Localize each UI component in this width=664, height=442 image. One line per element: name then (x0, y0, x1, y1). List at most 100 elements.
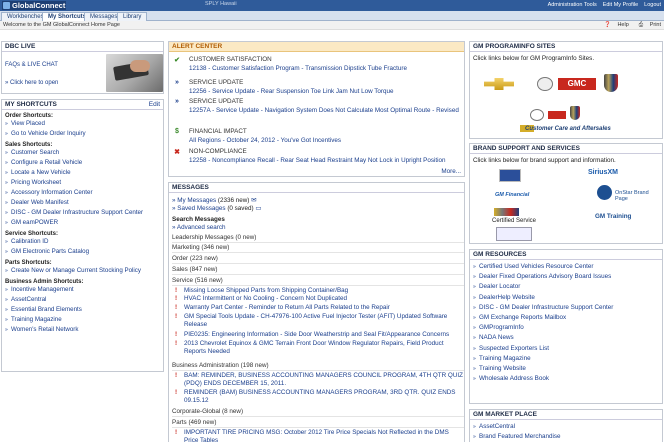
shortcut-link[interactable]: » Go to Vehicle Order Inquiry (5, 129, 163, 139)
tab-bar: Workbenches My Shortcuts Messages Librar… (0, 11, 664, 21)
tab-library[interactable]: Library (117, 12, 148, 21)
alert-item[interactable]: » Service Update 12257A - Service Update… (173, 98, 464, 126)
faq-live-chat[interactable]: FAQs & LIVE CHAT (5, 62, 58, 68)
message-item[interactable]: ! PIE0235: Engineering Information - Side… (172, 331, 464, 339)
resource-link[interactable]: » DealerHelp Website (473, 293, 662, 303)
shortcut-link[interactable]: » Incentive Management (5, 285, 163, 295)
shortcut-link[interactable]: » GM eamPOWER (5, 218, 163, 228)
globalconnect-logo[interactable]: GlobalConnect (2, 1, 66, 10)
message-item[interactable]: ! REMINDER (BAM) BUSINESS ACCOUNTING MANA… (172, 389, 464, 405)
shortcuts-edit-link[interactable]: Edit (149, 100, 160, 110)
resource-link[interactable]: » Training Website (473, 364, 662, 374)
priority-icon: ! (175, 429, 178, 436)
message-category[interactable]: Sales (847 new) (172, 266, 464, 275)
buick-logo[interactable] (537, 77, 553, 91)
resource-link[interactable]: » NADA News (473, 333, 662, 343)
advanced-search-link[interactable]: » Advanced search (172, 224, 464, 231)
message-category[interactable]: Service (516 new) (172, 277, 464, 286)
alert-description[interactable]: 12258 - Noncompliance Recall - Rear Seat… (189, 157, 464, 165)
shortcut-link[interactable]: » View Placed (5, 119, 163, 129)
certified-service-logo[interactable] (494, 208, 519, 216)
siriusxm-logo[interactable]: SiriusXM (588, 169, 618, 176)
shortcut-link[interactable]: » DISC - GM Dealer Infrastructure Support… (5, 208, 163, 218)
message-category[interactable]: Leadership Messages (0 new) (172, 234, 464, 243)
alert-more-link[interactable]: More... (441, 168, 461, 175)
alert-item[interactable]: ✖ Non-Compliance 12258 - Noncompliance R… (173, 148, 464, 168)
alert-item[interactable]: ✔ Customer Satisfaction 12138 - Customer… (173, 56, 464, 76)
alert-item[interactable]: » Service Update 12256 - Service Update … (173, 79, 464, 99)
message-item[interactable]: ! Warranty Part Center - Reminder to Retu… (172, 304, 464, 312)
alert-description[interactable]: All Regions - October 24, 2012 - You've … (189, 137, 464, 145)
alert-description[interactable]: 12138 - Customer Satisfaction Program - … (189, 65, 464, 73)
admin-tools-link[interactable]: Administration Tools (548, 2, 597, 8)
message-item[interactable]: ! BAM: REMINDER, BUSINESS ACCOUNTING MANA… (172, 372, 464, 388)
gm-programinfo-panel: GM PROGRAMINFO SITES Click links below f… (469, 41, 663, 139)
gmc-logo[interactable]: GMC (558, 78, 596, 90)
edit-profile-link[interactable]: Edit My Profile (603, 2, 638, 8)
resource-link[interactable]: » Certified Used Vehicles Resource Center (473, 262, 662, 272)
message-item[interactable]: ! HVAC Intermittent or No Cooling - Conce… (172, 295, 464, 303)
resource-link[interactable]: » Wholesale Address Book (473, 374, 662, 384)
gm-financial-logo[interactable]: GM Financial (495, 192, 529, 198)
saved-messages-row[interactable]: » Saved Messages (0 saved) ▭ (172, 205, 464, 212)
resource-label: Suspected Exporters List (479, 344, 550, 352)
message-category[interactable]: Business Administration (198 new) (172, 362, 464, 371)
resource-link[interactable]: » GMProgramInfo (473, 323, 662, 333)
shortcut-link[interactable]: » Calibration ID (5, 237, 163, 247)
resource-link[interactable]: » Suspected Exporters List (473, 344, 662, 354)
shortcut-link[interactable]: » Locate a New Vehicle (5, 168, 163, 178)
alert-description[interactable]: 12256 - Service Update - Rear Suspension… (189, 88, 464, 96)
message-item[interactable]: ! GM Special Tools Update - CH-47976-100 … (172, 313, 464, 329)
onstar-logo[interactable] (597, 185, 612, 200)
resource-link[interactable]: » Dealer Fixed Operations Advisory Board … (473, 272, 662, 282)
customer-care-link[interactable]: Customer Care and Aftersales (525, 126, 611, 132)
my-messages-link[interactable]: » My Messages (172, 197, 216, 204)
logout-link[interactable]: Logout (644, 2, 661, 8)
resource-link[interactable]: » GM Exchange Reports Mailbox (473, 313, 662, 323)
shortcut-link[interactable]: » Dealer Web Manifest (5, 198, 163, 208)
alert-item[interactable]: $ Financial Impact All Regions - October… (173, 128, 464, 148)
shortcut-link[interactable]: » Configure a Retail Vehicle (5, 158, 163, 168)
message-item[interactable]: ! 2013 Chevrolet Equinox & GMC Terrain Fr… (172, 340, 464, 356)
my-messages-row[interactable]: » My Messages (2336 new) ✉ (172, 197, 464, 204)
message-item[interactable]: ! Missing Loose Shipped Parts from Shippi… (172, 287, 464, 295)
market-link[interactable]: » AssetCentral (473, 422, 662, 432)
shortcut-link[interactable]: » Training Magazine (5, 315, 163, 325)
message-subject: BAM: REMINDER, BUSINESS ACCOUNTING MANAG… (184, 372, 463, 387)
shortcut-label: Incentive Management (11, 286, 74, 293)
shortcut-link[interactable]: » Essential Brand Elements (5, 305, 163, 315)
shortcut-link[interactable]: » Pricing Worksheet (5, 178, 163, 188)
shortcut-link[interactable]: » Create New or Manage Current Stocking P… (5, 266, 163, 276)
shortcut-link[interactable]: » GM Electronic Parts Catalog (5, 247, 163, 257)
message-item[interactable]: ! IMPORTANT TIRE PRICING MSG: October 201… (172, 429, 464, 442)
onstar-brand-page-link[interactable]: OnStar Brand Page (615, 190, 662, 202)
order-shortcuts-group: Order Shortcuts: » View Placed » Go to Veh… (2, 113, 163, 139)
shortcut-link[interactable]: » Customer Search (5, 148, 163, 158)
saved-messages-link[interactable]: » Saved Messages (172, 205, 226, 212)
shortcut-link[interactable]: » AssetCentral (5, 295, 163, 305)
resource-link[interactable]: » Dealer Locator (473, 282, 662, 292)
dbc-click-open-link[interactable]: » Click here to open (5, 80, 58, 86)
cadillac-logo[interactable] (604, 74, 618, 92)
print-link[interactable]: ⎙ Print (634, 22, 661, 28)
resource-link[interactable]: » DISC - GM Dealer Infrastructure Support… (473, 303, 662, 313)
help-link[interactable]: ❓ Help (599, 22, 629, 28)
market-link[interactable]: » Brand Featured Merchandise (473, 432, 662, 442)
alert-description[interactable]: 12257A - Service Update - Navigation Sys… (189, 107, 464, 115)
message-category[interactable]: Corporate-Global (8 new) (172, 408, 464, 417)
shortcut-label: Locate a New Vehicle (11, 169, 71, 176)
resource-link[interactable]: » Training Magazine (473, 354, 662, 364)
gm-training-logo[interactable]: GM Training (595, 213, 631, 220)
message-category[interactable]: Marketing (346 new) (172, 244, 464, 253)
message-category[interactable]: Parts (469 new) (172, 419, 464, 428)
chevrolet-logo[interactable] (484, 78, 514, 90)
dbc-live-panel: DBC LIVE FAQs & LIVE CHAT » Click here t… (1, 41, 164, 94)
shortcut-link[interactable]: » Women's Retail Network (5, 325, 163, 335)
resource-label: DISC - GM Dealer Infrastructure Support … (479, 303, 614, 311)
shortcut-link[interactable]: » Accessory Information Center (5, 188, 163, 198)
gm-fleet-logo[interactable] (496, 227, 532, 241)
business-admin-shortcuts-group: Business Admin Shortcuts: » Incentive Man… (2, 279, 163, 335)
gm-accessories-logo[interactable] (499, 169, 521, 182)
gm-market-place-title: GM MARKET PLACE (470, 410, 662, 420)
message-category[interactable]: Order (223 new) (172, 255, 464, 264)
